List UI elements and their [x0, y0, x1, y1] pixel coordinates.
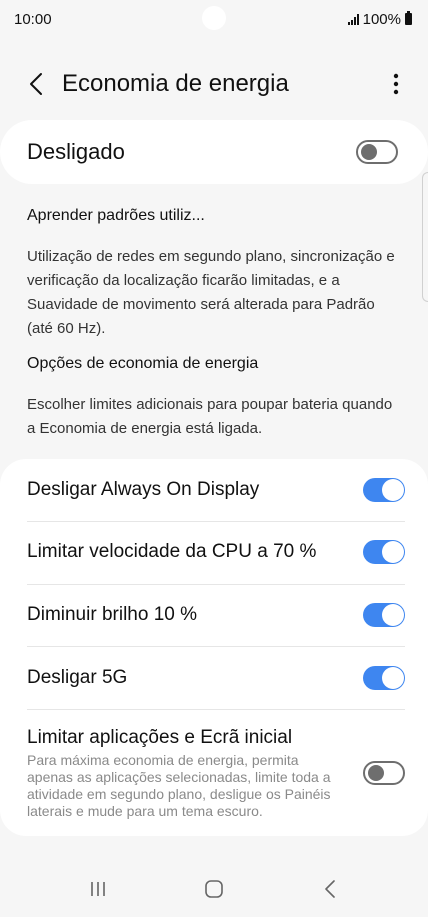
battery-percent: 100% — [362, 10, 401, 28]
more-vertical-icon — [393, 73, 399, 95]
front-camera — [202, 6, 226, 30]
home-icon — [205, 880, 223, 898]
back-button[interactable] — [6, 62, 66, 106]
master-toggle[interactable] — [356, 140, 398, 164]
option-always-on-display[interactable]: Desligar Always On Display — [27, 477, 405, 503]
home-button[interactable] — [184, 869, 244, 909]
battery-icon — [405, 11, 412, 25]
status-time: 10:00 — [14, 10, 52, 28]
option-toggle[interactable] — [363, 603, 405, 627]
nav-back-button[interactable] — [300, 869, 360, 909]
option-toggle[interactable] — [363, 761, 405, 785]
option-cpu-limit[interactable]: Limitar velocidade da CPU a 70 % — [27, 539, 405, 565]
recents-icon — [91, 882, 105, 896]
back-icon — [325, 880, 335, 898]
option-label: Limitar aplicações e Ecrã inicial — [27, 726, 293, 748]
options-heading: Opções de economia de energia — [27, 355, 259, 372]
chevron-left-icon — [30, 73, 42, 95]
option-5g[interactable]: Desligar 5G — [27, 665, 405, 691]
option-sublabel: Para máxima economia de energia, permita… — [27, 751, 331, 819]
divider — [27, 584, 405, 585]
scroll-handle[interactable] — [422, 172, 428, 302]
signal-icon — [347, 13, 359, 25]
option-label: Limitar velocidade da CPU a 70 % — [27, 541, 317, 562]
option-toggle[interactable] — [363, 540, 405, 564]
option-text-group: Limitar aplicações e Ecrã inicial Para m… — [27, 727, 345, 820]
learn-heading: Aprender padrões utiliz... — [27, 207, 205, 224]
option-label: Diminuir brilho 10 % — [27, 604, 198, 625]
divider — [27, 521, 405, 522]
options-description: Escolher limites adicionais para poupar … — [27, 396, 393, 437]
navigation-bar — [0, 861, 428, 917]
option-label: Desligar Always On Display — [27, 479, 260, 500]
learn-description: Utilização de redes em segundo plano, si… — [27, 248, 395, 337]
option-toggle[interactable] — [363, 478, 405, 502]
master-switch-label: Desligado — [27, 139, 125, 164]
option-limit-apps[interactable]: Limitar aplicações e Ecrã inicial Para m… — [27, 725, 405, 821]
recents-button[interactable] — [68, 869, 128, 909]
page-title: Economia de energia — [62, 70, 289, 97]
divider — [27, 709, 405, 710]
status-icons: 100% — [347, 10, 412, 28]
option-label: Desligar 5G — [27, 667, 128, 688]
option-toggle[interactable] — [363, 666, 405, 690]
more-options-button[interactable] — [376, 62, 416, 106]
app-bar: Economia de energia — [0, 62, 428, 106]
options-card: Desligar Always On Display Limitar veloc… — [0, 459, 428, 836]
option-brightness[interactable]: Diminuir brilho 10 % — [27, 602, 405, 628]
divider — [27, 646, 405, 647]
master-switch-row[interactable]: Desligado — [0, 120, 428, 184]
